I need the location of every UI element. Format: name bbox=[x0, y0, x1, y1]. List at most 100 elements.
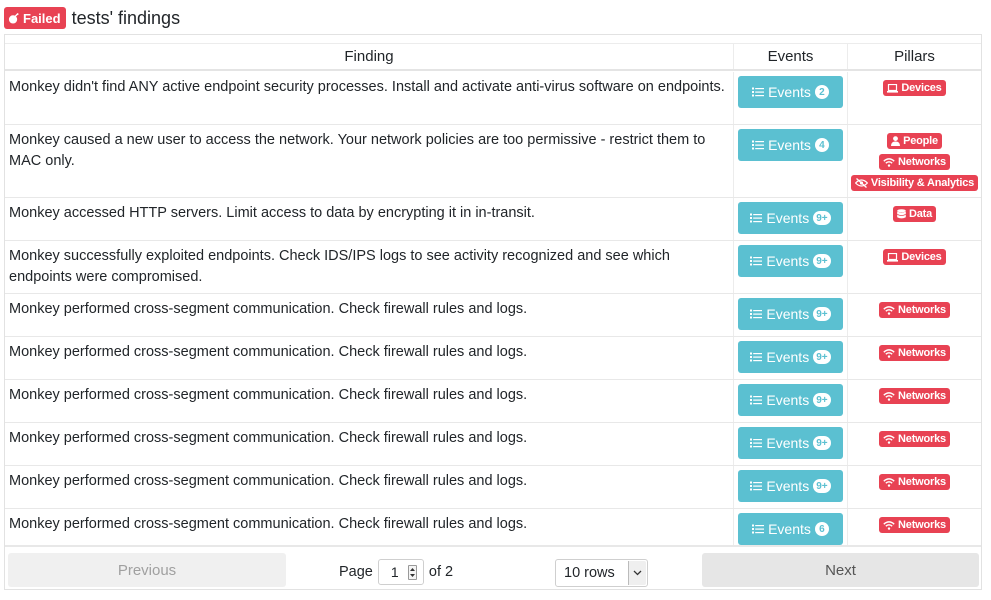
finding-text: Monkey didn't find ANY active endpoint s… bbox=[5, 72, 734, 124]
page-number-input[interactable]: 1 bbox=[377, 559, 424, 585]
laptop-icon bbox=[887, 83, 901, 93]
events-count-badge: 9+ bbox=[813, 436, 831, 450]
events-button-label: Events bbox=[768, 84, 811, 100]
events-cell: Events 9+ bbox=[734, 241, 848, 293]
events-cell: Events 9+ bbox=[734, 466, 848, 508]
user-icon bbox=[891, 136, 903, 146]
pillars-cell: Networks bbox=[848, 380, 981, 422]
events-button[interactable]: Events 9+ bbox=[738, 470, 843, 502]
events-count-badge: 2 bbox=[814, 85, 829, 99]
table-row: Monkey didn't find ANY active endpoint s… bbox=[5, 72, 981, 125]
finding-text: Monkey performed cross-segment communica… bbox=[5, 380, 734, 422]
events-button[interactable]: Events 9+ bbox=[738, 245, 843, 277]
events-count-badge: 9+ bbox=[813, 307, 831, 321]
pillar-badge: Devices bbox=[883, 80, 946, 96]
pillar-badge: Networks bbox=[879, 154, 950, 170]
pillars-cell: People Networks Visibility & Analytics bbox=[848, 125, 981, 197]
events-button[interactable]: Events 9+ bbox=[738, 341, 843, 373]
table-header-row: Finding Events Pillars bbox=[5, 43, 981, 71]
events-cell: Events 2 bbox=[734, 72, 848, 124]
rows-per-page-value: 10 rows bbox=[564, 565, 615, 581]
table-row: Monkey caused a new user to access the n… bbox=[5, 125, 981, 198]
pillar-badge: Networks bbox=[879, 474, 950, 490]
page-spinner[interactable] bbox=[407, 565, 417, 580]
finding-text: Monkey performed cross-segment communica… bbox=[5, 337, 734, 379]
next-page-button[interactable]: Next bbox=[702, 553, 979, 587]
table-row: Monkey performed cross-segment communica… bbox=[5, 294, 981, 337]
previous-page-button[interactable]: Previous bbox=[8, 553, 286, 587]
events-button-label: Events bbox=[766, 253, 810, 269]
events-button[interactable]: Events 6 bbox=[738, 513, 843, 545]
pillars-cell: Networks bbox=[848, 294, 981, 336]
column-header-events[interactable]: Events bbox=[734, 44, 848, 69]
pillar-label: Networks bbox=[898, 156, 946, 168]
pillar-badge: Networks bbox=[879, 345, 950, 361]
events-button[interactable]: Events 9+ bbox=[738, 298, 843, 330]
page-number-value: 1 bbox=[390, 564, 399, 580]
pillars-cell: Networks bbox=[848, 466, 981, 508]
list-icon bbox=[752, 87, 765, 97]
events-button-label: Events bbox=[766, 478, 810, 494]
finding-text: Monkey accessed HTTP servers. Limit acce… bbox=[5, 198, 734, 240]
column-header-pillars[interactable]: Pillars bbox=[848, 44, 981, 69]
events-button[interactable]: Events 4 bbox=[738, 129, 843, 161]
events-count-badge: 9+ bbox=[813, 211, 831, 225]
pillar-badge: Networks bbox=[879, 388, 950, 404]
findings-header: Failed tests' findings bbox=[4, 4, 180, 32]
events-cell: Events 9+ bbox=[734, 380, 848, 422]
list-icon bbox=[750, 256, 763, 266]
events-count-badge: 6 bbox=[814, 522, 829, 536]
laptop-icon bbox=[887, 252, 901, 262]
wifi-icon bbox=[883, 520, 898, 530]
pillar-label: People bbox=[903, 135, 938, 147]
table-body: Monkey didn't find ANY active endpoint s… bbox=[5, 72, 981, 552]
pagination-bar: Previous Page 1 of 2 10 rows Next bbox=[5, 545, 981, 589]
events-button[interactable]: Events 2 bbox=[738, 76, 843, 108]
events-cell: Events 9+ bbox=[734, 294, 848, 336]
wifi-icon bbox=[883, 477, 898, 487]
pillars-cell: Data bbox=[848, 198, 981, 240]
events-count-badge: 9+ bbox=[813, 350, 831, 364]
events-button-label: Events bbox=[766, 392, 810, 408]
table-row: Monkey performed cross-segment communica… bbox=[5, 380, 981, 423]
finding-text: Monkey performed cross-segment communica… bbox=[5, 466, 734, 508]
rows-per-page-select[interactable]: 10 rows bbox=[555, 559, 648, 587]
events-count-badge: 9+ bbox=[813, 254, 831, 268]
events-button[interactable]: Events 9+ bbox=[738, 427, 843, 459]
page-total: of 2 bbox=[428, 564, 454, 580]
events-count-badge: 4 bbox=[814, 138, 829, 152]
pillars-cell: Devices bbox=[848, 241, 981, 293]
finding-text: Monkey caused a new user to access the n… bbox=[5, 125, 734, 197]
pillar-label: Devices bbox=[901, 82, 942, 94]
events-button-label: Events bbox=[766, 349, 810, 365]
events-button-label: Events bbox=[766, 210, 810, 226]
page-indicator: Page 1 of 2 bbox=[339, 559, 453, 585]
finding-text: Monkey performed cross-segment communica… bbox=[5, 294, 734, 336]
events-button-label: Events bbox=[768, 521, 811, 537]
list-icon bbox=[750, 438, 763, 448]
failed-badge: Failed bbox=[4, 7, 66, 29]
finding-text: Monkey successfully exploited endpoints.… bbox=[5, 241, 734, 293]
list-icon bbox=[750, 352, 763, 362]
pillars-cell: Devices bbox=[848, 72, 981, 124]
events-button[interactable]: Events 9+ bbox=[738, 202, 843, 234]
pillar-label: Data bbox=[908, 208, 933, 220]
spinner-down-icon bbox=[409, 574, 415, 578]
events-button-label: Events bbox=[766, 306, 810, 322]
pillar-label: Devices bbox=[901, 251, 942, 263]
events-cell: Events 9+ bbox=[734, 423, 848, 465]
bomb-icon bbox=[8, 12, 19, 24]
events-count-badge: 9+ bbox=[813, 479, 831, 493]
events-cell: Events 9+ bbox=[734, 337, 848, 379]
spinner-up-icon bbox=[409, 567, 415, 571]
list-icon bbox=[750, 481, 763, 491]
page-title: tests' findings bbox=[71, 7, 181, 28]
events-button-label: Events bbox=[768, 137, 811, 153]
pillar-badge: Data bbox=[892, 206, 937, 222]
table-row: Monkey accessed HTTP servers. Limit acce… bbox=[5, 198, 981, 241]
events-button[interactable]: Events 9+ bbox=[738, 384, 843, 416]
table-row: Monkey successfully exploited endpoints.… bbox=[5, 241, 981, 294]
wifi-icon bbox=[883, 305, 898, 315]
column-header-finding[interactable]: Finding bbox=[5, 44, 734, 69]
table-row: Monkey performed cross-segment communica… bbox=[5, 337, 981, 380]
